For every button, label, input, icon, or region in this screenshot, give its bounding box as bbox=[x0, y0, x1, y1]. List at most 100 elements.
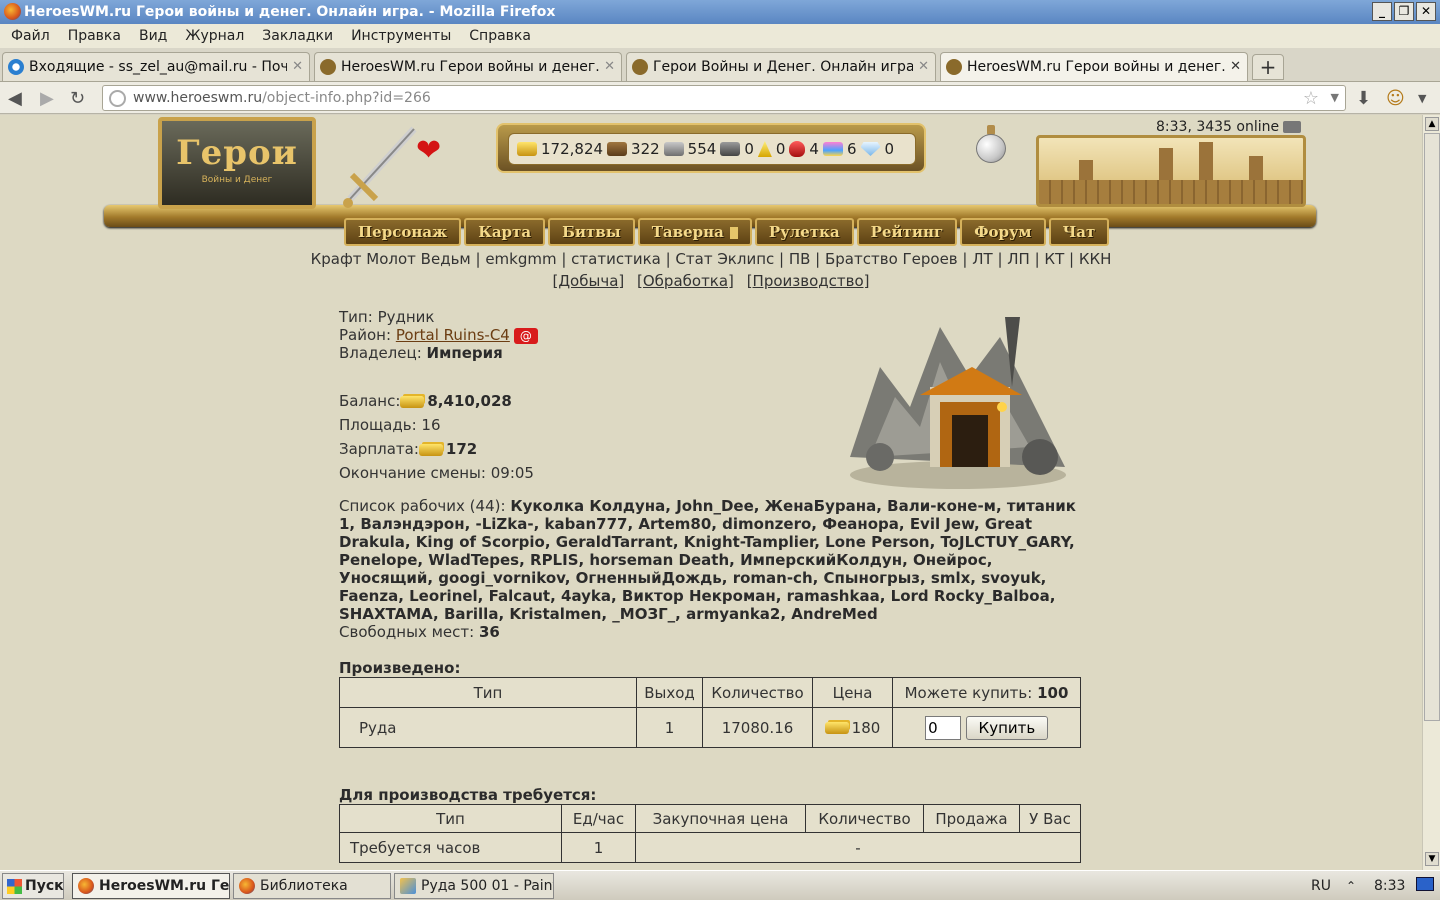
menu-history[interactable]: Журнал bbox=[176, 28, 253, 44]
tab-close-icon[interactable]: ✕ bbox=[292, 59, 303, 74]
tab-heroes-active[interactable]: HeroesWM.ru Герои войны и денег. Он... ✕ bbox=[940, 52, 1248, 81]
scroll-up-icon[interactable]: ▲ bbox=[1425, 117, 1439, 131]
tab-mail[interactable]: Входящие - ss_zel_au@mail.ru - Почта ...… bbox=[2, 52, 310, 81]
new-tab-button[interactable]: + bbox=[1252, 54, 1284, 80]
district-link[interactable]: Portal Ruins-C4 bbox=[396, 326, 510, 344]
tab-close-icon[interactable]: ✕ bbox=[604, 59, 615, 74]
window-title: HeroesWM.ru Герои войны и денег. Онлайн … bbox=[24, 4, 556, 20]
cell-quantity: 17080.16 bbox=[702, 707, 813, 748]
tray-clock[interactable]: 8:33 bbox=[1374, 873, 1405, 899]
bookmark-star-icon[interactable]: ☆ bbox=[1303, 88, 1319, 109]
vertical-scrollbar[interactable]: ▲ ▼ bbox=[1422, 115, 1440, 870]
menu-edit[interactable]: Правка bbox=[59, 28, 130, 44]
heroes-icon bbox=[632, 59, 648, 75]
restore-button[interactable]: ❐ bbox=[1394, 2, 1414, 21]
link-mining[interactable]: [Добыча] bbox=[552, 272, 624, 290]
language-indicator[interactable]: RU bbox=[1311, 873, 1331, 899]
download-icon[interactable]: ⬇ bbox=[1356, 88, 1371, 109]
scroll-down-icon[interactable]: ▼ bbox=[1425, 852, 1439, 866]
tab-close-icon[interactable]: ✕ bbox=[1230, 59, 1241, 74]
object-info: Тип: Рудник Район: Portal Ruins-C4 @ Влад… bbox=[339, 308, 1081, 863]
buy-quantity-input[interactable] bbox=[925, 715, 962, 740]
worker-names[interactable]: Куколка Колдуна, John_Dee, ЖенаБурана, В… bbox=[339, 497, 1076, 623]
scroll-thumb[interactable] bbox=[1424, 133, 1440, 721]
nav-rating[interactable]: Рейтинг bbox=[856, 218, 958, 246]
paint-icon bbox=[400, 878, 416, 894]
nav-roulette[interactable]: Рулетка bbox=[754, 218, 854, 246]
cell-type: Руда bbox=[339, 707, 637, 748]
task-firefox[interactable]: HeroesWM.ru Ге... bbox=[72, 873, 230, 899]
close-button[interactable]: ✕ bbox=[1416, 2, 1436, 21]
col-purchase-price: Закупочная цена bbox=[635, 804, 806, 833]
col-sale: Продажа bbox=[923, 804, 1020, 833]
taskbar: Пуск HeroesWM.ru Ге... Библиотека Руда 5… bbox=[0, 870, 1440, 900]
required-table: Тип Ед/час Закупочная цена Количество Пр… bbox=[339, 804, 1081, 863]
cell-type: Требуется часов bbox=[339, 832, 562, 863]
shift-value: 09:05 bbox=[490, 464, 534, 482]
server-clock: 8:33, 3435 online bbox=[1156, 119, 1302, 135]
show-desktop-icon[interactable] bbox=[1416, 877, 1434, 891]
table-row: Руда 1 17080.16 180 Купить bbox=[339, 707, 1081, 748]
gold-amount: 172,824 bbox=[541, 140, 604, 158]
health-heart-icon[interactable]: ❤ bbox=[416, 133, 441, 168]
back-icon[interactable]: ◀ bbox=[8, 88, 22, 109]
gold-icon bbox=[517, 142, 537, 156]
tray-expand-icon[interactable]: ⌃ bbox=[1346, 873, 1356, 899]
forward-icon[interactable]: ▶ bbox=[40, 88, 54, 109]
firefox-icon bbox=[4, 3, 21, 20]
link-processing[interactable]: [Обработка] bbox=[637, 272, 734, 290]
game-logo[interactable]: Герои Войны и Денег bbox=[158, 117, 316, 209]
sulfur-amount: 0 bbox=[775, 140, 786, 158]
tab-heroes-2[interactable]: Герои Войны и Денег. Онлайн игра. ✕ bbox=[626, 52, 936, 81]
globe-icon bbox=[109, 90, 126, 107]
nav-battles[interactable]: Битвы bbox=[548, 218, 635, 246]
flask-icon[interactable] bbox=[976, 125, 1006, 163]
menu-tools[interactable]: Инструменты bbox=[342, 28, 460, 44]
cell-dash: - bbox=[635, 832, 1081, 863]
task-paint[interactable]: Руда 500 01 - Paint bbox=[394, 873, 554, 899]
castle-banner bbox=[1036, 135, 1306, 207]
start-button[interactable]: Пуск bbox=[2, 873, 64, 899]
menu-view[interactable]: Вид bbox=[130, 28, 176, 44]
url-bar[interactable]: www.heroeswm.ru/object-info.php?id=266 ☆… bbox=[102, 85, 1346, 111]
mail-badge-icon[interactable]: @ bbox=[513, 327, 538, 344]
menu-file[interactable]: Файл bbox=[2, 28, 59, 44]
section-links: [Добыча] [Обработка] [Производство] bbox=[0, 272, 1422, 290]
crystal-icon bbox=[789, 141, 806, 157]
ore-icon bbox=[663, 142, 684, 156]
addon-icon[interactable]: ☺ bbox=[1386, 88, 1405, 109]
nav-chat[interactable]: Чат bbox=[1048, 218, 1110, 246]
mercury-icon bbox=[720, 142, 741, 156]
nav-forum[interactable]: Форум bbox=[960, 218, 1046, 246]
nav-character[interactable]: Персонаж bbox=[344, 218, 462, 246]
nav-tavern[interactable]: Таверна bbox=[637, 218, 752, 246]
nav-map[interactable]: Карта bbox=[464, 218, 546, 246]
menu-dropdown-icon[interactable]: ▼ bbox=[1418, 92, 1426, 105]
tab-close-icon[interactable]: ✕ bbox=[918, 59, 929, 74]
produced-table: Тип Выход Количество Цена Можете купить:… bbox=[339, 677, 1081, 748]
buy-button[interactable]: Купить bbox=[965, 715, 1048, 740]
menu-bookmarks[interactable]: Закладки bbox=[253, 28, 342, 44]
tv-icon[interactable] bbox=[1283, 121, 1302, 133]
col-quantity: Количество bbox=[702, 677, 813, 708]
quick-links[interactable]: Крафт Молот Ведьм | emkgmm | статистика … bbox=[0, 250, 1422, 268]
workers-list: Список рабочих (44): Куколка Колдуна, Jo… bbox=[339, 497, 1076, 623]
crystal-amount: 4 bbox=[809, 140, 819, 158]
url-dropdown-icon[interactable]: ▼ bbox=[1331, 91, 1339, 104]
reload-icon[interactable]: ↻ bbox=[70, 88, 85, 109]
firefox-icon bbox=[239, 878, 255, 894]
table-row: Требуется часов 1 - bbox=[339, 832, 1081, 863]
resource-bar: 172,824 322 554 0 0 4 6 0 bbox=[496, 123, 926, 173]
gems-amount: 6 bbox=[846, 140, 857, 158]
url-host: www.heroeswm.ru bbox=[133, 90, 263, 106]
free-slots-line: Свободных мест: 36 bbox=[339, 623, 500, 641]
minimize-button[interactable]: _ bbox=[1372, 2, 1392, 21]
menu-bar: Файл Правка Вид Журнал Закладки Инструме… bbox=[0, 24, 1440, 48]
task-library[interactable]: Библиотека bbox=[233, 873, 391, 899]
link-production[interactable]: [Производство] bbox=[747, 272, 870, 290]
tab-heroes-1[interactable]: HeroesWM.ru Герои войны и денег. Он... ✕ bbox=[314, 52, 622, 81]
mail-icon bbox=[8, 59, 24, 75]
sword-icon bbox=[343, 126, 417, 208]
nav-bar: ◀ ▶ ↻ www.heroeswm.ru/object-info.php?id… bbox=[0, 82, 1440, 114]
menu-help[interactable]: Справка bbox=[460, 28, 540, 44]
